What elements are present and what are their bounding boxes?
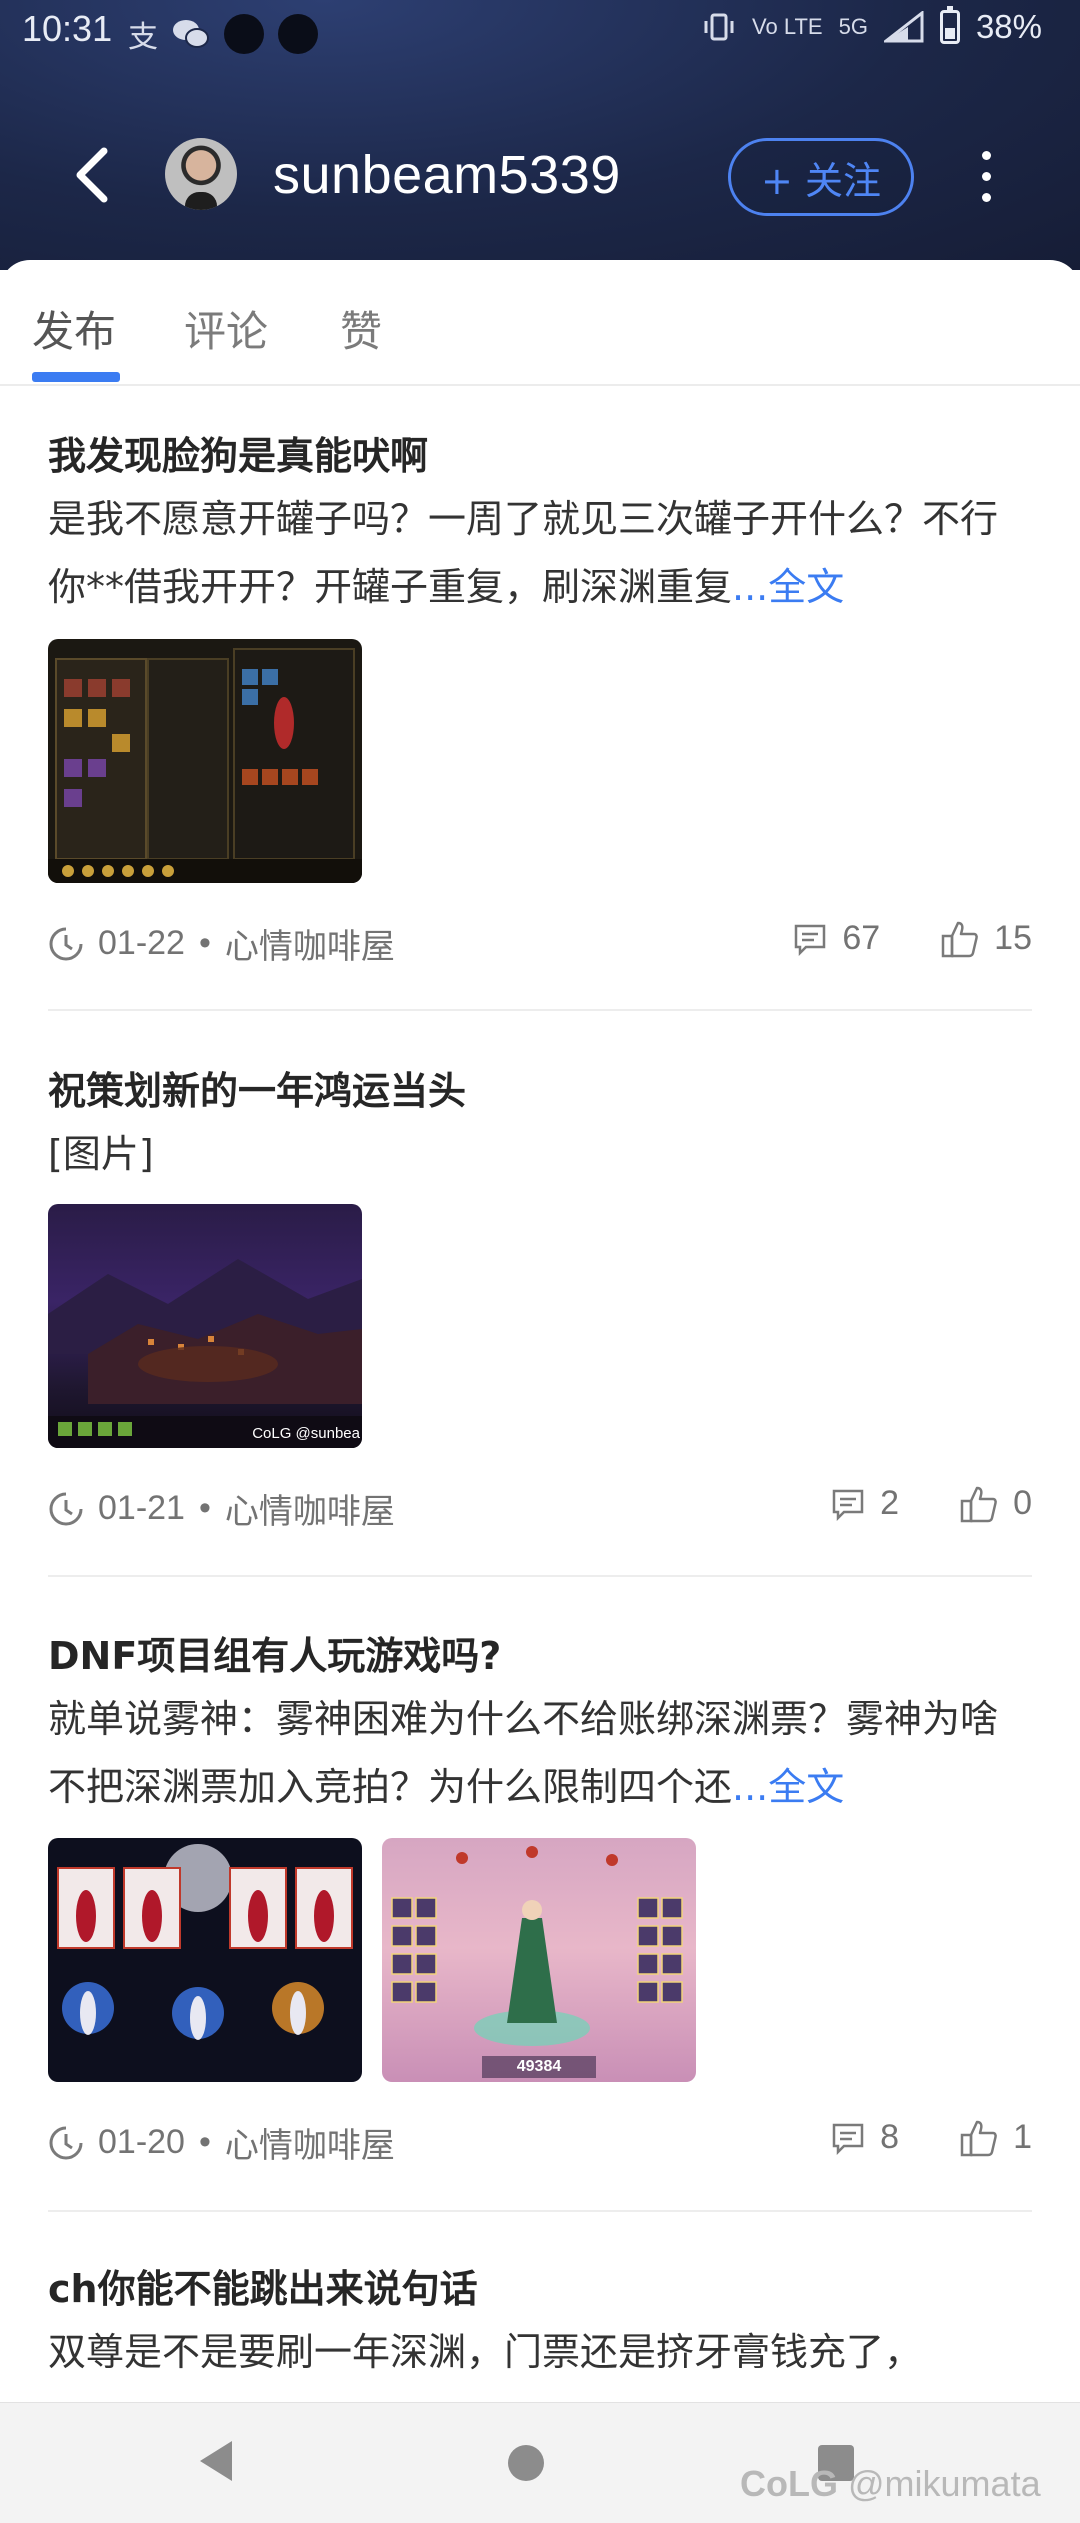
comment-count: 8 (880, 2118, 900, 2156)
notification-dot-icon (278, 14, 318, 54)
profile-header: 10:31 支 Vo LTE 5G 38% sunbeam5339 + 关注 (0, 0, 1080, 270)
volte-indicator: Vo LTE (752, 14, 823, 39)
post-divider (48, 2210, 1032, 2212)
post-meta: 01-20 • 心情咖啡屋 8 1 (48, 2114, 1032, 2167)
tab-comments[interactable]: 评论 (184, 298, 268, 359)
read-full-link[interactable]: ...全文 (732, 565, 844, 609)
battery-percent: 38% (975, 8, 1042, 45)
vibrate-icon (704, 13, 734, 41)
post-board[interactable]: 心情咖啡屋 (225, 1484, 395, 1533)
tab-likes[interactable]: 赞 (340, 298, 382, 359)
character-lineup-screenshot (57, 1844, 353, 2040)
alipay-icon: 支 (128, 20, 158, 55)
follow-button-label: + 关注 (761, 158, 881, 203)
post-divider (48, 1575, 1032, 1577)
battery-icon (939, 6, 960, 44)
comment-count: 2 (880, 1484, 900, 1522)
post-image[interactable]: CoLG @sunbea (48, 1204, 362, 1448)
clock-icon (49, 1492, 83, 1525)
post-body-text: 是我不愿意开罐子吗？一周了就见三次罐子开什么？不行你**借我开开？开罐子重复，刷… (48, 497, 999, 609)
network-type: 5G (838, 14, 868, 39)
comment-icon[interactable] (830, 1486, 866, 1522)
status-bar: 10:31 支 Vo LTE 5G 38% (0, 0, 1080, 64)
post-title[interactable]: DNF项目组有人玩游戏吗? (48, 1625, 501, 1680)
meta-separator: • (198, 2123, 211, 2161)
profile-username: sunbeam5339 (273, 145, 621, 205)
post-meta-left: 01-22 • 心情咖啡屋 (48, 919, 395, 968)
like-count: 1 (1013, 2118, 1032, 2156)
active-tab-indicator (32, 372, 120, 382)
signal-icon (883, 11, 924, 43)
post-body-text: 就单说雾神：雾神困难为什么不给账绑深渊票？雾神为啥不把深渊票加入竞拍？为什么限制… (48, 1697, 999, 1809)
thumbs-up-icon[interactable] (959, 1485, 999, 1523)
avatar[interactable] (165, 138, 237, 210)
post-meta-left: 01-21 • 心情咖啡屋 (48, 1484, 395, 1533)
post-title[interactable]: 我发现脸狗是真能吠啊 (48, 425, 428, 480)
image-score-label: 49384 (516, 2058, 562, 2075)
thumbs-up-icon[interactable] (959, 2119, 999, 2157)
post-stats: 2 0 (830, 1484, 1032, 1523)
follow-button[interactable]: + 关注 (728, 138, 914, 216)
status-time: 10:31 (22, 8, 113, 49)
status-system-icons: Vo LTE 5G 38% (702, 6, 1042, 46)
watermark-handle: @mikumata (848, 2463, 1041, 2504)
post-board[interactable]: 心情咖啡屋 (225, 2118, 395, 2167)
post-body: 双尊是不是要刷一年深渊，门票还是挤牙膏钱充了， (48, 2318, 1018, 2386)
system-navigation-bar: CoLG @mikumata (0, 2402, 1080, 2523)
game-night-screenshot (48, 1259, 362, 1448)
more-dot-icon (981, 192, 991, 202)
site-watermark: CoLG @mikumata (740, 2463, 1041, 2505)
post-date: 01-21 (98, 1489, 185, 1527)
post-image[interactable] (48, 639, 362, 883)
game-inventory-screenshot (48, 648, 362, 883)
post-date: 01-20 (98, 2123, 185, 2161)
post-image[interactable] (48, 1838, 362, 2082)
more-dot-icon (981, 171, 991, 181)
watermark-brand: CoLG (740, 2463, 838, 2504)
profile-nav-row: sunbeam5339 + 关注 (0, 122, 1080, 232)
notification-dot-icon (224, 14, 264, 54)
image-watermark: CoLG @sunbea (252, 1425, 360, 1442)
post-date: 01-22 (98, 924, 185, 962)
like-count: 0 (1013, 1484, 1032, 1522)
comment-icon[interactable] (792, 921, 828, 957)
comment-count: 67 (842, 919, 881, 957)
comment-icon[interactable] (830, 2120, 866, 2156)
clock-icon (49, 2126, 83, 2159)
read-full-link[interactable]: ...全文 (732, 1765, 844, 1809)
post-title[interactable]: 祝策划新的一年鸿运当头 (48, 1060, 466, 1115)
character-equipment-screenshot (391, 1846, 683, 2078)
post-title[interactable]: ch你能不能跳出来说句话 (48, 2258, 478, 2313)
like-count: 15 (994, 919, 1032, 957)
post-stats: 8 1 (830, 2118, 1032, 2157)
wechat-icon (173, 20, 209, 48)
post-body-text: [图片] (48, 1132, 154, 1176)
more-options-button[interactable] (968, 140, 1004, 212)
post-board[interactable]: 心情咖啡屋 (225, 919, 395, 968)
clock-icon (49, 927, 83, 960)
post-meta-left: 01-20 • 心情咖啡屋 (48, 2118, 395, 2167)
chevron-left-icon (76, 147, 108, 203)
post-body: [图片] (48, 1120, 1018, 1188)
post-body-text: 双尊是不是要刷一年深渊，门票还是挤牙膏钱充了， (48, 2330, 923, 2374)
status-notification-icons: 支 (128, 12, 318, 56)
post-image[interactable]: 49384 (382, 1838, 696, 2082)
more-dot-icon (981, 150, 991, 160)
post-body: 是我不愿意开罐子吗？一周了就见三次罐子开什么？不行你**借我开开？开罐子重复，刷… (48, 485, 1018, 621)
post-stats: 67 15 (792, 919, 1032, 958)
post-divider (48, 1009, 1032, 1011)
content-panel: 发布 评论 赞 我发现脸狗是真能吠啊 是我不愿意开罐子吗？一周了就见三次罐子开什… (0, 260, 1080, 2402)
profile-tabs: 发布 评论 赞 (0, 260, 1080, 386)
back-button[interactable] (62, 140, 122, 210)
post-meta: 01-21 • 心情咖啡屋 2 0 (48, 1480, 1032, 1533)
meta-separator: • (198, 1489, 211, 1527)
thumbs-up-icon[interactable] (940, 920, 980, 958)
post-body: 就单说雾神：雾神困难为什么不给账绑深渊票？雾神为啥不把深渊票加入竞拍？为什么限制… (48, 1685, 1018, 1821)
nav-back-icon[interactable] (196, 2439, 236, 2483)
tab-posts[interactable]: 发布 (32, 298, 116, 359)
nav-home-icon[interactable] (508, 2445, 544, 2481)
meta-separator: • (198, 924, 211, 962)
post-meta: 01-22 • 心情咖啡屋 67 15 (48, 915, 1032, 968)
